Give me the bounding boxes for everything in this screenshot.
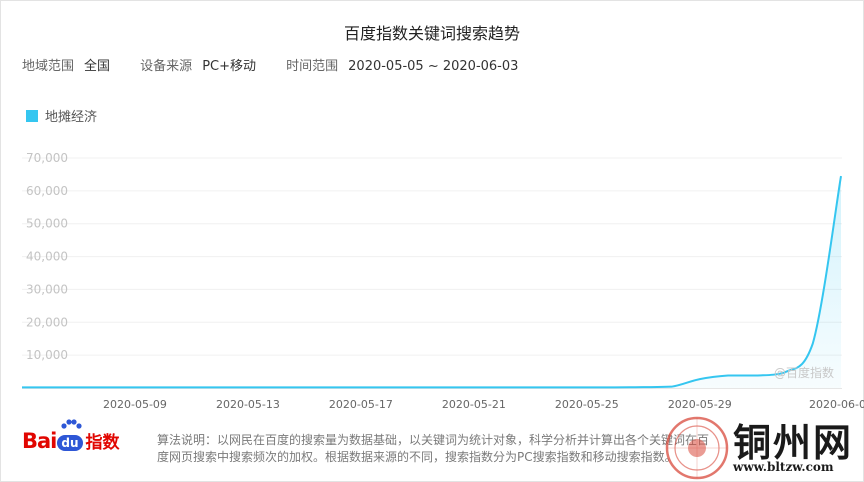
time-label: 时间范围 [286, 59, 339, 74]
data-point [49, 386, 51, 388]
data-point [671, 386, 673, 388]
data-point [21, 386, 23, 388]
data-point [134, 386, 136, 388]
data-point [247, 386, 249, 388]
data-point [699, 378, 701, 380]
region-label: 地域范围 [22, 59, 75, 74]
data-point [529, 386, 531, 388]
data-point [586, 386, 588, 388]
data-point [642, 386, 644, 388]
data-point [501, 386, 503, 388]
x-tick-label: 2020-05-09 [103, 398, 167, 411]
x-axis-ticks: 2020-05-09 2020-05-13 2020-05-17 2020-05-21… [103, 398, 864, 411]
data-point [840, 175, 842, 177]
data-point [614, 386, 616, 388]
y-axis-ticks: 10,000 20,000 30,000 40,000 50,000 60,000 70,0… [26, 151, 68, 362]
y-tick-label: 50,000 [26, 217, 68, 231]
algorithm-note: 算法说明：以网民在百度的搜索量为数据基础，以关键词为统计对象，科学分析并计算出各… [157, 433, 710, 464]
logo-zhishu-text: 指数 [85, 433, 120, 453]
baidu-index-logo: Bai du 指数 [22, 419, 120, 453]
data-point [332, 386, 334, 388]
data-point [190, 386, 192, 388]
page-title: 百度指数关键词搜索趋势 [343, 24, 520, 43]
region-value[interactable]: 全国 [84, 59, 110, 74]
watermark-text: @百度指数 [774, 365, 834, 380]
logo-bai-text: Bai [22, 428, 57, 453]
data-point [106, 386, 108, 388]
device-label: 设备来源 [140, 59, 193, 74]
seal-stamp-icon [665, 416, 729, 480]
data-point [473, 386, 475, 388]
y-tick-label: 40,000 [26, 250, 68, 264]
data-point [388, 386, 390, 388]
data-point [360, 386, 362, 388]
series-line [22, 175, 842, 389]
x-tick-label: 2020-06-03 [809, 398, 864, 411]
y-tick-label: 60,000 [26, 184, 68, 198]
y-tick-label: 70,000 [26, 151, 68, 165]
series-area [22, 176, 841, 388]
logo-du-badge: du [57, 434, 83, 451]
data-point [812, 343, 814, 345]
paw-icon [61, 419, 82, 429]
x-tick-label: 2020-05-25 [555, 398, 619, 411]
y-tick-label: 20,000 [26, 315, 68, 329]
device-value[interactable]: PC+移动 [202, 59, 256, 74]
x-tick-label: 2020-05-17 [329, 398, 393, 411]
data-point [445, 386, 447, 388]
filter-bar: 地域范围 全国 设备来源 PC+移动 时间范围 2020-05-05 ~ 2020-0… [22, 55, 544, 74]
chart-legend[interactable]: 地摊经济 [26, 106, 97, 125]
data-point [219, 386, 221, 388]
y-tick-label: 30,000 [26, 282, 68, 296]
data-point [755, 375, 757, 377]
legend-swatch [26, 109, 38, 122]
trend-chart: 10,000 20,000 30,000 40,000 50,000 60,000 70,0… [21, 151, 864, 411]
data-point [162, 386, 164, 388]
data-point [416, 386, 418, 388]
site-watermark-url: www.bltzw.com [733, 460, 834, 474]
x-tick-label: 2020-05-21 [442, 398, 506, 411]
data-point [275, 386, 277, 388]
data-point [558, 386, 560, 388]
time-value[interactable]: 2020-05-05 ~ 2020-06-03 [348, 59, 518, 74]
data-point [77, 386, 79, 388]
grid-lines [22, 157, 842, 389]
x-tick-label: 2020-05-13 [216, 398, 280, 411]
series-layer [21, 175, 842, 389]
data-point [303, 386, 305, 388]
x-tick-label: 2020-05-29 [668, 398, 732, 411]
data-point [727, 375, 729, 377]
y-tick-label: 10,000 [26, 348, 68, 362]
site-watermark-name: 铜州网 [733, 420, 854, 465]
legend-label: 地摊经济 [45, 110, 98, 125]
